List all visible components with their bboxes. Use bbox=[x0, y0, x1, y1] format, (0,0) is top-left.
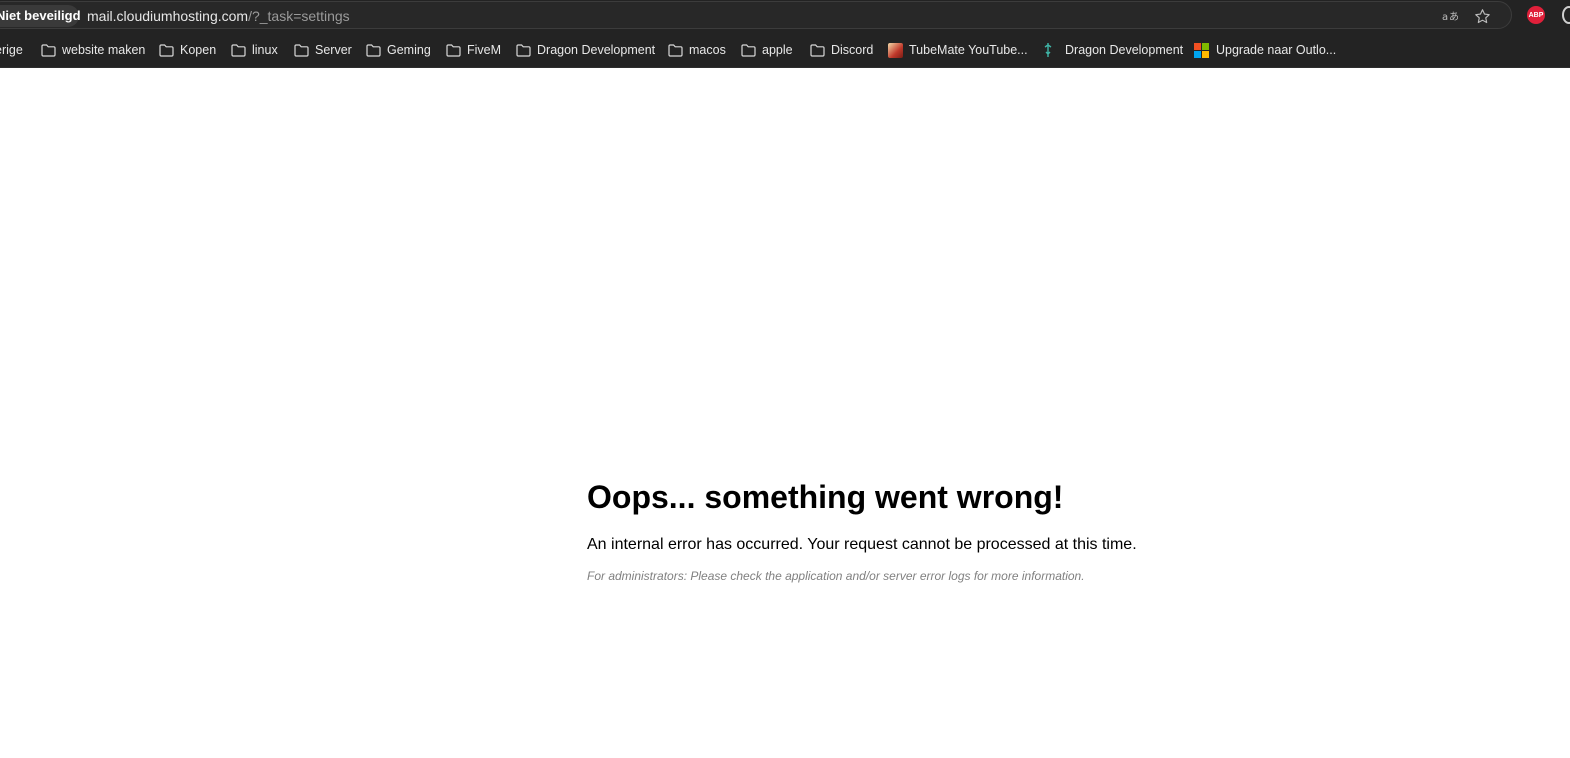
bookmark-label: Server bbox=[315, 43, 352, 57]
bookmark-label: macos bbox=[689, 43, 726, 57]
folder-icon bbox=[41, 43, 56, 57]
bookmark-item[interactable]: Upgrade naar Outlo... bbox=[1194, 40, 1336, 60]
folder-icon bbox=[668, 43, 683, 57]
address-bar[interactable]: Niet beveiligd mail.cloudiumhosting.com/… bbox=[0, 1, 1512, 29]
bookmarks-bar: erige website maken Kopen linux Server Geming… bbox=[0, 31, 1570, 68]
bookmark-item[interactable]: TubeMate YouTube... bbox=[888, 40, 1028, 60]
bookmark-item[interactable]: Dragon Development bbox=[516, 40, 655, 60]
bookmark-item[interactable]: Discord bbox=[810, 40, 873, 60]
bookmark-label: erige bbox=[0, 43, 23, 57]
bookmark-label: linux bbox=[252, 43, 278, 57]
bookmark-label: website maken bbox=[62, 43, 146, 57]
browser-toolbar: Niet beveiligd mail.cloudiumhosting.com/… bbox=[0, 0, 1570, 31]
folder-icon bbox=[366, 43, 381, 57]
adblock-plus-icon[interactable]: ABP bbox=[1527, 6, 1545, 24]
bookmark-item[interactable]: Dragon Development bbox=[1043, 40, 1183, 60]
error-message: An internal error has occurred. Your req… bbox=[587, 536, 1137, 553]
svg-text:a: a bbox=[1442, 12, 1448, 23]
bookmark-label: Geming bbox=[387, 43, 431, 57]
bookmark-item[interactable]: Server bbox=[294, 40, 352, 60]
error-title: Oops... something went wrong! bbox=[587, 479, 1064, 515]
bookmark-label: TubeMate YouTube... bbox=[909, 43, 1028, 57]
folder-icon bbox=[294, 43, 309, 57]
bookmark-label: Dragon Development bbox=[1065, 43, 1184, 57]
tubemate-icon bbox=[888, 42, 903, 58]
translate-icon[interactable]: a あ bbox=[1441, 7, 1459, 25]
dragon-icon bbox=[1043, 42, 1057, 58]
folder-icon bbox=[516, 43, 531, 57]
url-path: /?_task=settings bbox=[248, 8, 350, 24]
microsoft-icon bbox=[1194, 42, 1209, 58]
url-text[interactable]: mail.cloudiumhosting.com/?_task=settings bbox=[87, 8, 350, 24]
bookmark-label: Upgrade naar Outlo... bbox=[1216, 43, 1337, 57]
bookmark-item[interactable]: apple bbox=[741, 40, 793, 60]
folder-icon bbox=[741, 43, 756, 57]
bookmark-item[interactable]: macos bbox=[668, 40, 726, 60]
folder-icon bbox=[810, 43, 825, 57]
folder-icon bbox=[159, 43, 174, 57]
bookmark-label: Kopen bbox=[180, 43, 217, 57]
bookmark-item[interactable]: website maken bbox=[41, 40, 145, 60]
bookmark-item[interactable]: Kopen bbox=[159, 40, 216, 60]
bookmark-label: Dragon Development bbox=[537, 43, 656, 57]
bookmark-label: FiveM bbox=[467, 43, 502, 57]
folder-icon bbox=[446, 43, 461, 57]
error-panel: Oops... something went wrong! An interna… bbox=[587, 478, 1287, 583]
bookmark-item[interactable]: FiveM bbox=[446, 40, 501, 60]
bookmark-star-icon[interactable] bbox=[1473, 7, 1491, 25]
error-admin-hint: For administrators: Please check the app… bbox=[587, 569, 1085, 583]
bookmark-item[interactable]: linux bbox=[231, 40, 278, 60]
extension-icon[interactable] bbox=[1562, 6, 1570, 24]
bookmark-label: apple bbox=[762, 43, 793, 57]
bookmark-item[interactable]: Geming bbox=[366, 40, 431, 60]
url-host: mail.cloudiumhosting.com bbox=[87, 8, 249, 24]
bookmark-label: Discord bbox=[831, 43, 874, 57]
security-status-chip[interactable]: Niet beveiligd bbox=[0, 5, 81, 27]
bookmark-item[interactable]: erige bbox=[0, 40, 23, 60]
svg-text:あ: あ bbox=[1449, 11, 1458, 23]
folder-icon bbox=[231, 43, 246, 57]
